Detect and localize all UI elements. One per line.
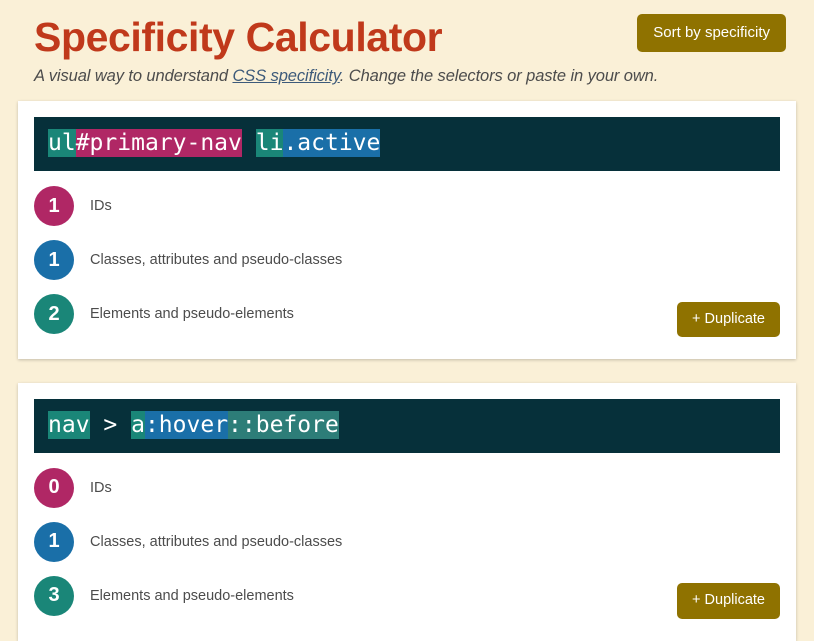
classes-count-badge: 1: [34, 240, 74, 281]
score-row-elements: 2 Elements and pseudo-elements: [34, 287, 780, 341]
elements-count-badge: 2: [34, 294, 74, 335]
page-header: Specificity Calculator A visual way to u…: [0, 0, 814, 86]
selector-token-element: nav: [48, 411, 90, 440]
selector-token-plain: [242, 129, 256, 157]
score-row-elements: 3 Elements and pseudo-elements: [34, 569, 780, 623]
classes-count-badge: 1: [34, 521, 74, 562]
score-row-ids: 0 IDs: [34, 461, 780, 515]
specificity-scores: 0 IDs 1 Classes, attributes and pseudo-c…: [34, 461, 780, 623]
selector-token-class: :hover: [144, 411, 229, 440]
classes-label: Classes, attributes and pseudo-classes: [90, 252, 343, 269]
score-row-classes: 1 Classes, attributes and pseudo-classes: [34, 233, 780, 287]
duplicate-button[interactable]: + Duplicate: [677, 301, 780, 338]
ids-count-badge: 0: [34, 467, 74, 508]
selector-token-element: li: [255, 129, 284, 158]
selector-token-pseudoel: ::before: [228, 411, 339, 440]
ids-count-badge: 1: [34, 186, 74, 227]
ids-label: IDs: [90, 479, 112, 496]
subtitle-text-before: A visual way to understand: [34, 67, 233, 86]
elements-label: Elements and pseudo-elements: [90, 306, 294, 323]
selector-card: nav > a:hover::before 0 IDs 1 Classes, a…: [18, 383, 796, 641]
score-row-ids: 1 IDs: [34, 179, 780, 233]
specificity-calculator-page: Specificity Calculator A visual way to u…: [0, 0, 814, 641]
selector-token-plain: >: [89, 412, 132, 439]
sort-by-specificity-button[interactable]: Sort by specificity: [637, 14, 786, 52]
classes-label: Classes, attributes and pseudo-classes: [90, 533, 343, 550]
page-subtitle: A visual way to understand CSS specifici…: [34, 67, 796, 86]
selector-input[interactable]: ul#primary-nav li.active: [34, 117, 780, 172]
css-specificity-link[interactable]: CSS specificity: [232, 67, 339, 85]
selector-token-element: ul: [48, 129, 76, 158]
subtitle-text-after: . Change the selectors or paste in your …: [339, 67, 659, 86]
selector-token-id: #primary-nav: [75, 129, 242, 158]
duplicate-button[interactable]: + Duplicate: [677, 583, 780, 619]
selector-input[interactable]: nav > a:hover::before: [34, 399, 780, 453]
elements-count-badge: 3: [34, 575, 74, 616]
score-row-classes: 1 Classes, attributes and pseudo-classes: [34, 515, 780, 569]
specificity-scores: 1 IDs 1 Classes, attributes and pseudo-c…: [34, 179, 780, 341]
selector-card: ul#primary-nav li.active 1 IDs 1 Classes…: [18, 101, 796, 360]
selector-token-element: a: [131, 411, 145, 440]
selector-token-class: .active: [283, 129, 381, 158]
ids-label: IDs: [90, 198, 112, 215]
selector-card-list: ul#primary-nav li.active 1 IDs 1 Classes…: [0, 101, 814, 641]
elements-label: Elements and pseudo-elements: [90, 587, 294, 604]
